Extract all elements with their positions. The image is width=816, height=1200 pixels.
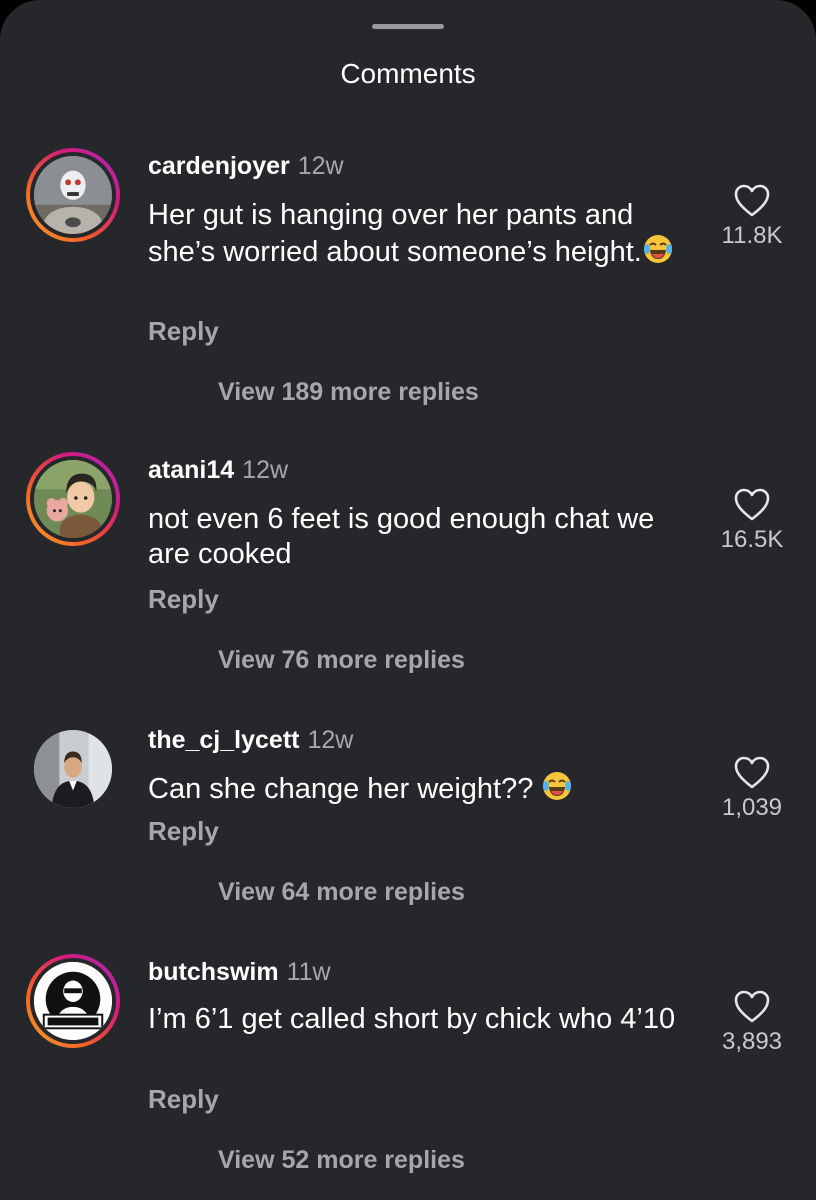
butch-swim-logo-avatar-icon <box>30 958 116 1044</box>
like-count: 3,893 <box>721 1028 783 1055</box>
reply-button[interactable]: Reply <box>148 584 219 615</box>
like-count: 11.8K <box>721 222 783 249</box>
comment-text-block: Can she change her weight?? <box>148 770 698 807</box>
comment-time: 11w <box>286 958 331 986</box>
anime-boy-avatar-icon <box>30 456 116 542</box>
comments-sheet: Comments cardenjoyer 12w Her gut is hang… <box>0 0 816 1200</box>
suited-man-avatar-icon <box>34 730 112 808</box>
comment-text-block: Her gut is hanging over her pants and sh… <box>148 198 698 270</box>
reply-button[interactable]: Reply <box>148 316 219 347</box>
like-control: 16.5K <box>700 488 804 554</box>
skull-mask-avatar-icon <box>30 152 116 238</box>
avatar[interactable] <box>26 148 120 242</box>
view-replies-button[interactable]: View 64 more replies <box>218 878 465 907</box>
view-replies-button[interactable]: View 189 more replies <box>218 378 479 407</box>
comment-username[interactable]: cardenjoyer <box>148 152 290 180</box>
heart-icon[interactable] <box>734 488 770 522</box>
heart-icon[interactable] <box>734 756 770 790</box>
like-count: 16.5K <box>720 526 784 553</box>
sheet-title: Comments <box>340 58 476 89</box>
comment-text: not even 6 feet is good enough chat we a… <box>148 503 655 570</box>
heart-icon[interactable] <box>734 184 770 218</box>
comment-username[interactable]: the_cj_lycett <box>148 726 299 754</box>
avatar[interactable] <box>26 954 120 1048</box>
comment-text: I’m 6’1 get called short by chick who 4’… <box>148 1003 676 1035</box>
laughing-tears-emoji-icon <box>643 235 672 263</box>
comment-time: 12w <box>297 152 344 180</box>
like-count: 1,039 <box>721 794 783 821</box>
view-replies-button[interactable]: View 52 more replies <box>218 1146 465 1175</box>
avatar[interactable] <box>26 452 120 546</box>
comment-username[interactable]: butchswim <box>148 958 279 986</box>
like-control: 3,893 <box>700 990 804 1056</box>
like-control: 11.8K <box>700 184 804 250</box>
comment-time: 12w <box>242 456 289 484</box>
comment-username[interactable]: atani14 <box>148 456 234 484</box>
comment-text: Her gut is hanging over her pants and sh… <box>148 199 642 268</box>
reply-button[interactable]: Reply <box>148 816 219 847</box>
reply-button[interactable]: Reply <box>148 1084 219 1115</box>
laughing-tears-emoji-icon <box>543 772 572 800</box>
comment-text: Can she change her weight?? <box>148 773 534 805</box>
view-replies-button[interactable]: View 76 more replies <box>218 646 465 675</box>
drag-handle[interactable] <box>372 24 444 29</box>
like-control: 1,039 <box>700 756 804 822</box>
comment-time: 12w <box>307 726 354 754</box>
avatar[interactable] <box>26 722 120 816</box>
heart-icon[interactable] <box>734 990 770 1024</box>
